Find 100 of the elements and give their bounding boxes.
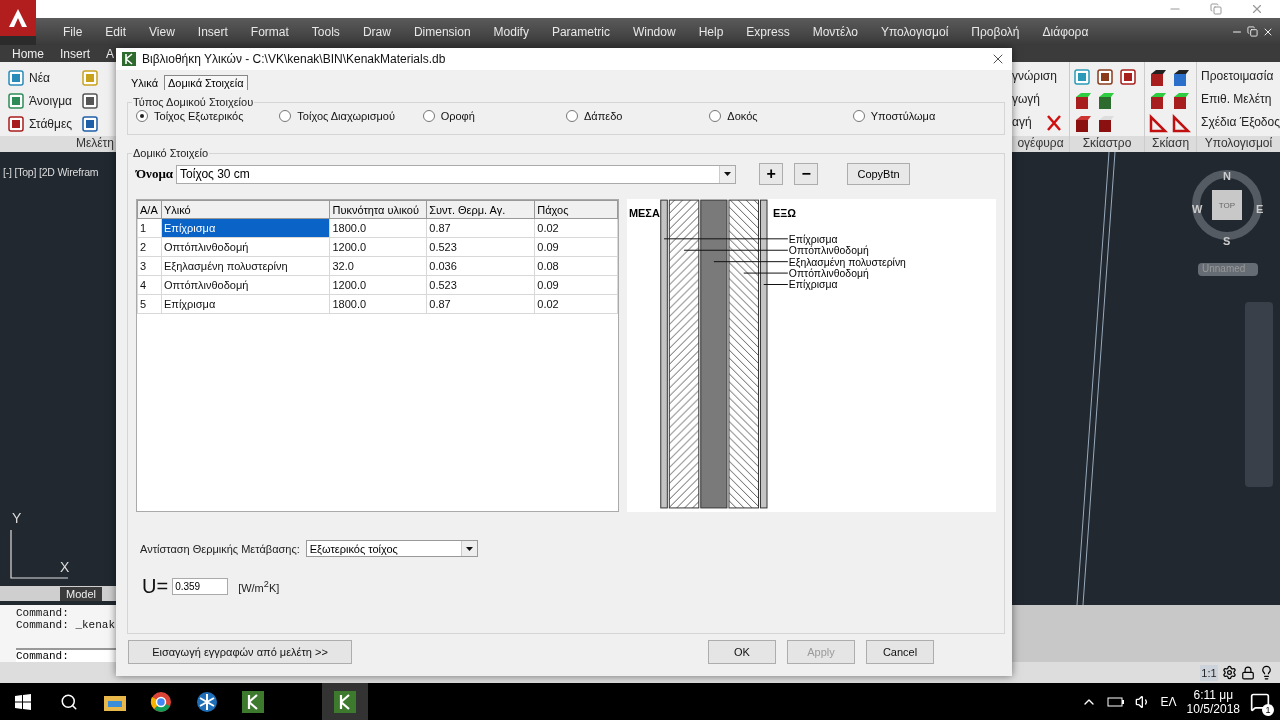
settings-icon[interactable]	[1222, 665, 1237, 680]
dialog-button[interactable]: Cancel	[866, 640, 934, 664]
ribbon-tab[interactable]: Home	[4, 46, 52, 61]
ribbon-tool-icon[interactable]	[7, 91, 25, 110]
menu-item[interactable]: Draw	[349, 24, 401, 39]
ribbon-button[interactable]: Σχέδια Έξοδος	[1201, 111, 1280, 134]
triangle-icon[interactable]	[1171, 114, 1192, 134]
dialog-button[interactable]: OK	[708, 640, 776, 664]
menu-item[interactable]: Format	[237, 24, 299, 39]
ribbon-button[interactable]: αγή	[1012, 111, 1032, 134]
ribbon-tool-icon[interactable]	[1096, 68, 1115, 86]
radio-option[interactable]: Τοίχος Εξωτερικός	[136, 110, 280, 122]
search-icon[interactable]	[60, 692, 78, 711]
app-icon[interactable]	[242, 690, 264, 713]
command-history-line: Command:	[16, 607, 70, 619]
radio-icon[interactable]	[709, 110, 722, 122]
snowflake-icon[interactable]	[196, 690, 218, 713]
radio-icon[interactable]	[566, 110, 578, 122]
dialog-tab[interactable]: Δομικά Στοιχεία	[164, 75, 248, 90]
menu-item[interactable]: Parametric	[538, 24, 620, 39]
radio-option[interactable]: Υποστύλωμα	[852, 110, 996, 122]
annotation-scale[interactable]: 1:1	[1200, 664, 1218, 681]
ribbon-button[interactable]: Προετοιμασία	[1201, 65, 1280, 88]
ribbon-tool-icon[interactable]	[1119, 68, 1138, 86]
ribbon-button[interactable]: Νέα	[29, 70, 77, 85]
remove-button[interactable]: −	[794, 163, 819, 185]
radio-icon[interactable]	[422, 110, 435, 122]
radio-icon[interactable]	[136, 110, 148, 122]
name-dropdown[interactable]: Τοίχος 30 cm	[176, 164, 737, 184]
radio-option[interactable]: Δάπεδο	[566, 110, 710, 122]
ribbon-tool-icon[interactable]	[81, 91, 99, 110]
menu-item[interactable]: Edit	[92, 24, 137, 39]
layer-label: Επίχρισμα	[788, 279, 838, 291]
shade-icon[interactable]	[1073, 91, 1094, 111]
restore-icon[interactable]	[1247, 25, 1258, 37]
battery-icon[interactable]	[1106, 695, 1125, 708]
menu-item[interactable]: Υπολογισμοί	[867, 24, 959, 39]
top-face[interactable]: TOP	[1212, 190, 1242, 220]
shade-icon[interactable]	[1171, 68, 1192, 88]
block-icon[interactable]	[1073, 114, 1094, 134]
copy-button[interactable]: CopyBtn	[847, 163, 911, 185]
shade-icon[interactable]	[1148, 68, 1169, 88]
menu-item[interactable]: Tools	[298, 24, 350, 39]
menu-item[interactable]: Insert	[184, 24, 238, 39]
ribbon-button[interactable]: Επιθ. Μελέτη	[1201, 88, 1280, 111]
column-header[interactable]: Υλικό	[161, 200, 330, 219]
lightbulb-icon[interactable]	[1259, 665, 1274, 680]
browser-icon[interactable]	[150, 690, 172, 713]
panel-title: ογέφυρα	[1012, 136, 1070, 152]
unit-label: [W/m$^{2}$K]	[238, 579, 280, 594]
dropdown-arrow-icon[interactable]	[465, 546, 473, 551]
menu-item[interactable]: View	[136, 24, 185, 39]
u-value-field[interactable]: 0.359	[172, 578, 229, 595]
radio-option[interactable]: Τοίχος Διαχωρισμού	[279, 110, 423, 122]
ribbon-button[interactable]: Στάθμες	[29, 116, 77, 131]
taskbar-app[interactable]	[322, 683, 368, 720]
viewport-label[interactable]: [-] [Top] [2D Wirefram	[3, 166, 99, 178]
column-header[interactable]: Πάχος	[534, 200, 618, 219]
shade-icon[interactable]	[1148, 91, 1169, 111]
radio-icon[interactable]	[279, 110, 292, 122]
column-header[interactable]: Α/Α	[137, 200, 162, 219]
menu-item[interactable]: File	[50, 24, 93, 39]
ribbon-tool-icon[interactable]	[1073, 68, 1092, 86]
import-button[interactable]: Εισαγωγή εγγραφών από μελέτη >>	[128, 640, 352, 664]
menu-item[interactable]: Express	[733, 24, 800, 39]
dropdown-arrow-icon[interactable]	[724, 172, 732, 176]
lock-icon[interactable]	[1241, 665, 1255, 680]
ribbon-button[interactable]: γνώριση	[1012, 65, 1057, 88]
triangle-icon[interactable]	[1148, 114, 1169, 134]
app-icon[interactable]	[334, 690, 356, 713]
shade-icon[interactable]	[1171, 91, 1192, 111]
menu-item[interactable]: Help	[685, 24, 734, 39]
clock[interactable]: 6:11 μμ 10/5/2018	[1186, 687, 1240, 716]
add-button[interactable]: +	[759, 163, 784, 185]
layout-tab[interactable]: Model	[60, 586, 102, 601]
column-header[interactable]: Πυκνότητα υλικού	[330, 200, 427, 219]
block-icon[interactable]	[1096, 114, 1117, 134]
ribbon-tab[interactable]: Insert	[52, 46, 99, 61]
resistance-dropdown[interactable]: Εξωτερικός τοίχος	[305, 540, 478, 557]
dialog-tab[interactable]: Υλικά	[127, 75, 162, 90]
radio-option[interactable]: Δοκός	[709, 110, 853, 122]
windows-logo-icon[interactable]	[15, 693, 31, 710]
radio-icon[interactable]	[852, 110, 865, 122]
ribbon-tool-icon[interactable]	[7, 68, 25, 87]
command-history-line: Command: _kenak	[16, 619, 116, 631]
menu-item[interactable]: Προβολή	[958, 24, 1030, 39]
menu-item[interactable]: Dimension	[400, 24, 481, 39]
menu-item[interactable]: Διάφορα	[1029, 24, 1099, 39]
ribbon-tool-icon[interactable]	[81, 114, 99, 133]
delete-icon[interactable]	[1045, 113, 1062, 132]
ribbon-button[interactable]: Άνοιγμα	[29, 93, 77, 108]
ribbon-tool-icon[interactable]	[7, 114, 25, 133]
language-indicator[interactable]: ΕΛ	[1160, 694, 1177, 709]
app-logo[interactable]	[0, 0, 36, 36]
menu-item[interactable]: Window	[619, 24, 686, 39]
radio-option[interactable]: Οροφή	[422, 110, 566, 122]
column-header[interactable]: Συντ. Θερμ. Αγ.	[426, 200, 535, 219]
menu-item[interactable]: Μοντέλο	[799, 24, 868, 39]
ribbon-button[interactable]: γωγή	[1012, 88, 1041, 111]
menu-item[interactable]: Modify	[480, 24, 539, 39]
